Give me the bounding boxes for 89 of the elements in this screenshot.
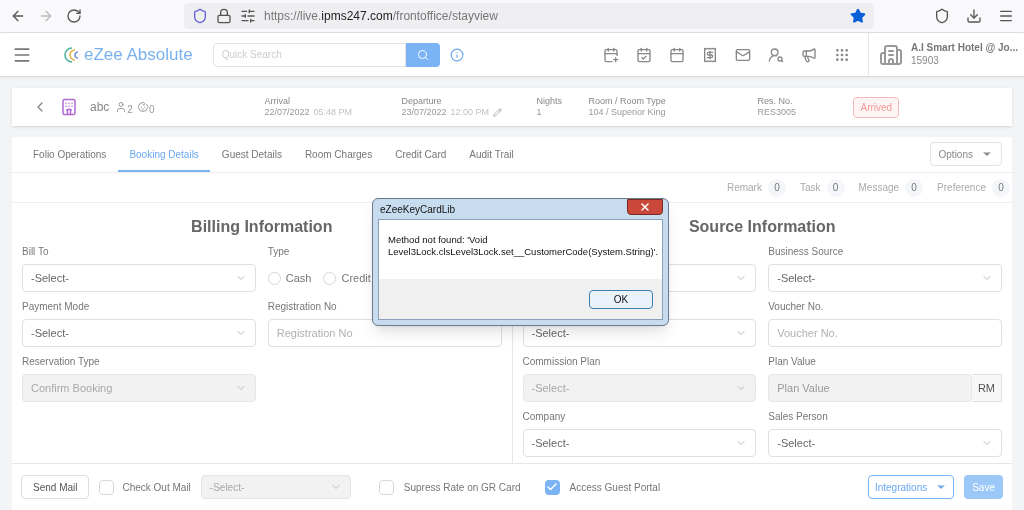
room-icon	[60, 98, 78, 116]
field-label: Bill To	[22, 245, 50, 259]
guest-name: abc	[90, 99, 110, 116]
receipt-icon[interactable]	[702, 46, 718, 63]
info-label: Departure	[401, 95, 443, 107]
field-label: Commission Plan	[522, 355, 602, 369]
mail-icon[interactable]	[735, 46, 751, 63]
search-button[interactable]	[405, 42, 440, 67]
info-value: 22/07/2022	[264, 107, 310, 119]
select-field[interactable]: -Select-	[22, 264, 256, 292]
adult-count: 2	[127, 102, 133, 117]
info-label: Res. No.	[757, 95, 794, 107]
field-label: Payment Mode	[22, 300, 91, 314]
info-label: Room / Room Type	[588, 95, 667, 107]
radio-option[interactable]: Cash	[267, 269, 312, 287]
field-label: Reservation Type	[22, 355, 101, 369]
counter-badge: 0	[905, 178, 924, 197]
field-label: Voucher No.	[768, 300, 825, 314]
checkbox[interactable]	[544, 479, 560, 495]
calendar-icon[interactable]	[669, 46, 685, 63]
field-label: Business Source	[768, 245, 845, 259]
lock-icon	[216, 8, 232, 24]
child-count: 0	[148, 102, 155, 117]
status-badge: Arrived	[853, 96, 900, 118]
calendar-plus-icon[interactable]	[603, 46, 619, 63]
search-icon	[416, 48, 429, 61]
close-button[interactable]	[627, 199, 663, 215]
tab[interactable]: Booking Details	[118, 139, 210, 172]
input-field[interactable]: Voucher No.	[768, 319, 1002, 347]
select-field[interactable]: -Select-	[22, 319, 256, 347]
hotel-name: A.I Smart Hotel @ Jo...	[911, 42, 1018, 55]
counter-badge: 0	[826, 178, 845, 197]
select-field[interactable]: -Select-	[768, 264, 1002, 292]
checkbox[interactable]	[378, 479, 394, 495]
checkbox-label: Supress Rate on GR Card	[403, 480, 521, 495]
counter-badge: 0	[992, 178, 1010, 197]
forward-icon[interactable]	[38, 8, 54, 24]
send-mail-button[interactable]: Send Mail	[21, 475, 90, 499]
counter-label[interactable]: Task	[799, 180, 821, 195]
counter-badge: 0	[767, 178, 786, 197]
apps-grid-icon[interactable]	[834, 46, 850, 63]
address-bar[interactable]: https://live.ipms247.com/frontoffice/stayview	[184, 3, 874, 29]
info-value: 104 / Superior King	[588, 107, 666, 119]
info-time: 12:00 PM	[450, 107, 490, 119]
menu-icon[interactable]	[998, 8, 1014, 24]
info-value: RES3005	[757, 107, 796, 119]
select-field[interactable]: -Select-	[522, 429, 757, 457]
reload-icon[interactable]	[66, 8, 82, 24]
field-label: Sales Person	[768, 410, 829, 424]
options-button[interactable]: Options	[929, 142, 1002, 166]
checkbox-label: Check Out Mail	[122, 480, 191, 495]
currency-addon: RM	[971, 374, 1002, 402]
adult-icon	[115, 101, 128, 113]
shield-icon	[192, 8, 208, 24]
info-icon[interactable]	[449, 47, 464, 62]
megaphone-icon[interactable]	[801, 46, 817, 63]
info-value: 1	[536, 107, 542, 119]
back-icon[interactable]	[10, 8, 26, 24]
tab[interactable]: Room Charges	[293, 139, 384, 172]
section-title: Billing Information	[190, 217, 334, 237]
building-icon	[879, 42, 903, 67]
error-message: Method not found: 'Void Level3Lock.clsLevel3Lock.set__CustomerCode(System.String)'.	[388, 234, 660, 258]
logo-icon	[62, 45, 80, 64]
info-label: Arrival	[264, 95, 291, 107]
checkbox-label: Access Guest Portal	[569, 480, 661, 495]
tab[interactable]: Credit Card	[384, 139, 458, 172]
tab[interactable]: Audit Trail	[458, 139, 525, 172]
info-value: 23/07/2022	[401, 107, 447, 119]
tab[interactable]: Folio Operations	[22, 139, 118, 172]
hotel-id: 15903	[911, 54, 940, 67]
close-icon	[639, 201, 651, 213]
info-label: Nights	[536, 95, 563, 107]
field-label: Registration No	[267, 300, 338, 314]
download-icon[interactable]	[966, 8, 982, 24]
permissions-icon	[240, 8, 256, 24]
child-icon	[136, 101, 149, 113]
bookmark-star-icon[interactable]	[850, 8, 866, 24]
ok-button[interactable]: OK	[589, 289, 653, 309]
calendar-check-icon[interactable]	[636, 46, 652, 63]
integrations-button[interactable]: Integrations	[867, 475, 955, 499]
section-title: Source Information	[687, 217, 837, 237]
dialog-title: eZeeKeyCardLib	[379, 202, 456, 217]
field-label: Company	[522, 410, 567, 424]
url-text: https://live.ipms247.com/frontoffice/stayview	[264, 8, 499, 25]
tab[interactable]: Guest Details	[210, 139, 293, 172]
select-field[interactable]: -Select-	[768, 429, 1002, 457]
checkbox[interactable]	[99, 479, 115, 495]
radio-option[interactable]: Credit	[323, 269, 371, 287]
field-label: Plan Value	[768, 355, 817, 369]
